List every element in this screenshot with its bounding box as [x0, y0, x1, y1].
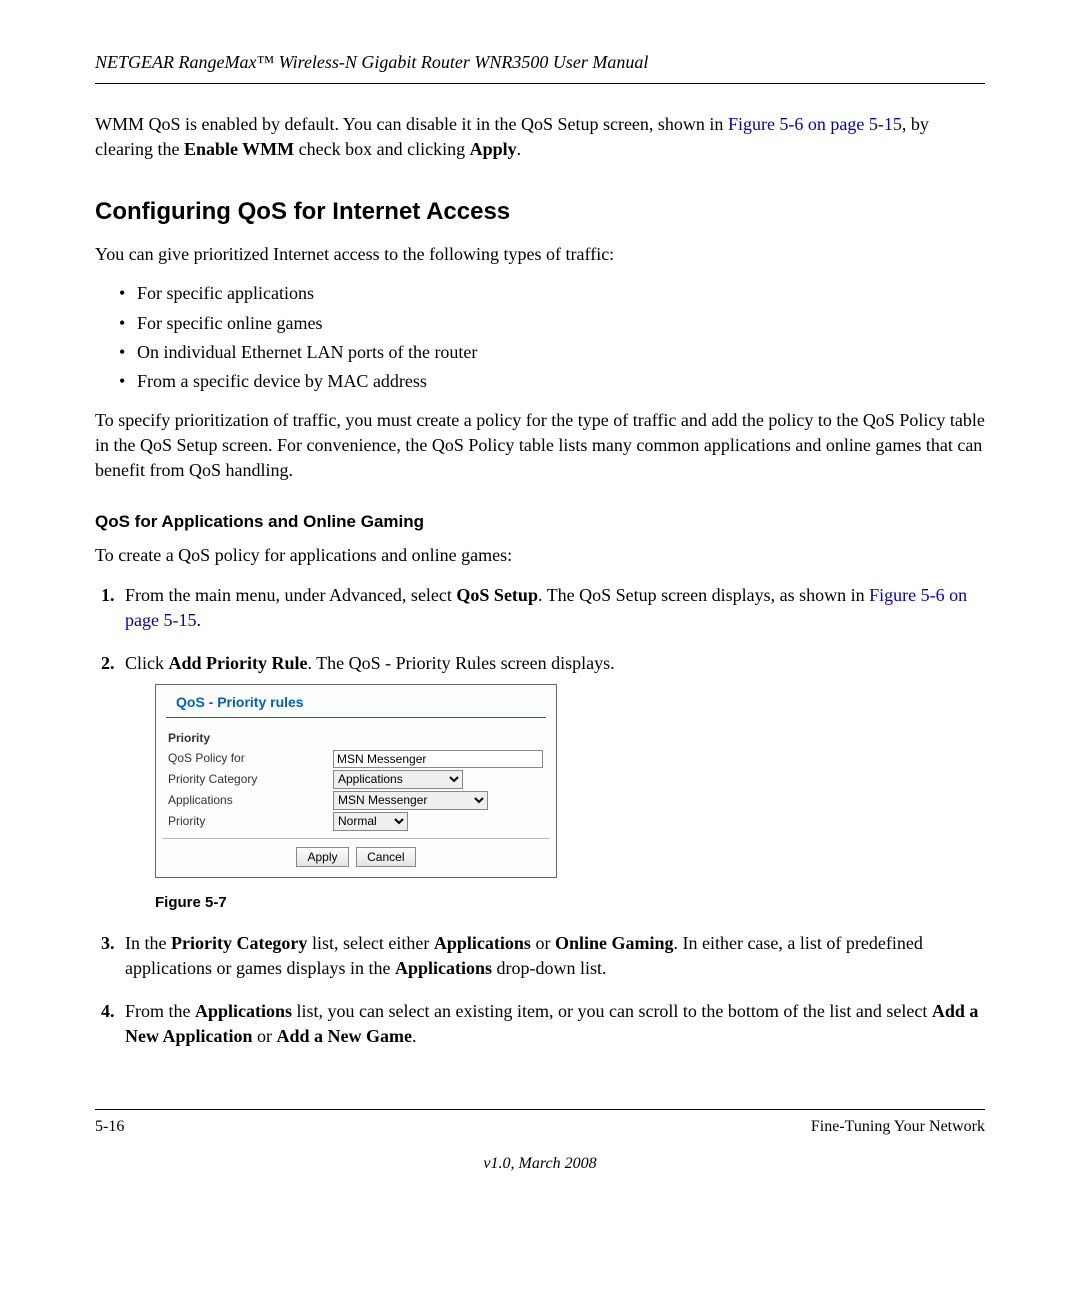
qos-policy-input[interactable] — [333, 750, 543, 768]
intro-paragraph: WMM QoS is enabled by default. You can d… — [95, 112, 985, 162]
cancel-button[interactable]: Cancel — [356, 847, 415, 867]
qos-priority-rules-panel: QoS - Priority rules Priority QoS Policy… — [155, 684, 557, 877]
list-item: On individual Ethernet LAN ports of the … — [119, 340, 985, 365]
applications-select[interactable]: MSN Messenger — [333, 791, 488, 810]
body-text: To create a QoS policy for applications … — [95, 543, 985, 568]
step-item: From the main menu, under Advanced, sele… — [119, 583, 985, 633]
footer-section: Fine-Tuning Your Network — [811, 1116, 985, 1138]
body-text: You can give prioritized Internet access… — [95, 242, 985, 267]
step-item: Click Add Priority Rule. The QoS - Prior… — [119, 651, 985, 913]
panel-row: Applications MSN Messenger — [162, 790, 550, 811]
field-label: Priority — [168, 813, 333, 830]
priority-select[interactable]: Normal — [333, 812, 408, 831]
list-item: From a specific device by MAC address — [119, 369, 985, 394]
apply-button[interactable]: Apply — [296, 847, 348, 867]
footer-version: v1.0, March 2008 — [95, 1153, 985, 1175]
bullet-list: For specific applications For specific o… — [95, 281, 985, 394]
priority-category-select[interactable]: Applications — [333, 770, 463, 789]
panel-row: Priority Normal — [162, 811, 550, 832]
figure-link[interactable]: Figure 5-6 on page 5-15 — [728, 114, 902, 134]
panel-row: QoS Policy for — [162, 749, 550, 769]
header-title: NETGEAR RangeMax™ Wireless-N Gigabit Rou… — [95, 52, 648, 72]
page-number: 5-16 — [95, 1116, 124, 1138]
list-item: For specific applications — [119, 281, 985, 306]
panel-title: QoS - Priority rules — [166, 685, 546, 718]
body-text: To specify prioritization of traffic, yo… — [95, 408, 985, 484]
field-label: Priority Category — [168, 771, 333, 788]
field-label: QoS Policy for — [168, 750, 333, 767]
subsection-heading: QoS for Applications and Online Gaming — [95, 510, 985, 534]
step-item: From the Applications list, you can sele… — [119, 999, 985, 1049]
field-label: Applications — [168, 792, 333, 809]
numbered-steps: From the main menu, under Advanced, sele… — [95, 583, 985, 1050]
panel-section-title: Priority — [162, 728, 550, 749]
list-item: For specific online games — [119, 311, 985, 336]
step-item: In the Priority Category list, select ei… — [119, 931, 985, 981]
figure-caption: Figure 5-7 — [155, 892, 985, 913]
page-header: NETGEAR RangeMax™ Wireless-N Gigabit Rou… — [95, 50, 985, 84]
section-heading: Configuring QoS for Internet Access — [95, 195, 985, 229]
page-footer: 5-16 Fine-Tuning Your Network — [95, 1109, 985, 1138]
panel-row: Priority Category Applications — [162, 769, 550, 790]
